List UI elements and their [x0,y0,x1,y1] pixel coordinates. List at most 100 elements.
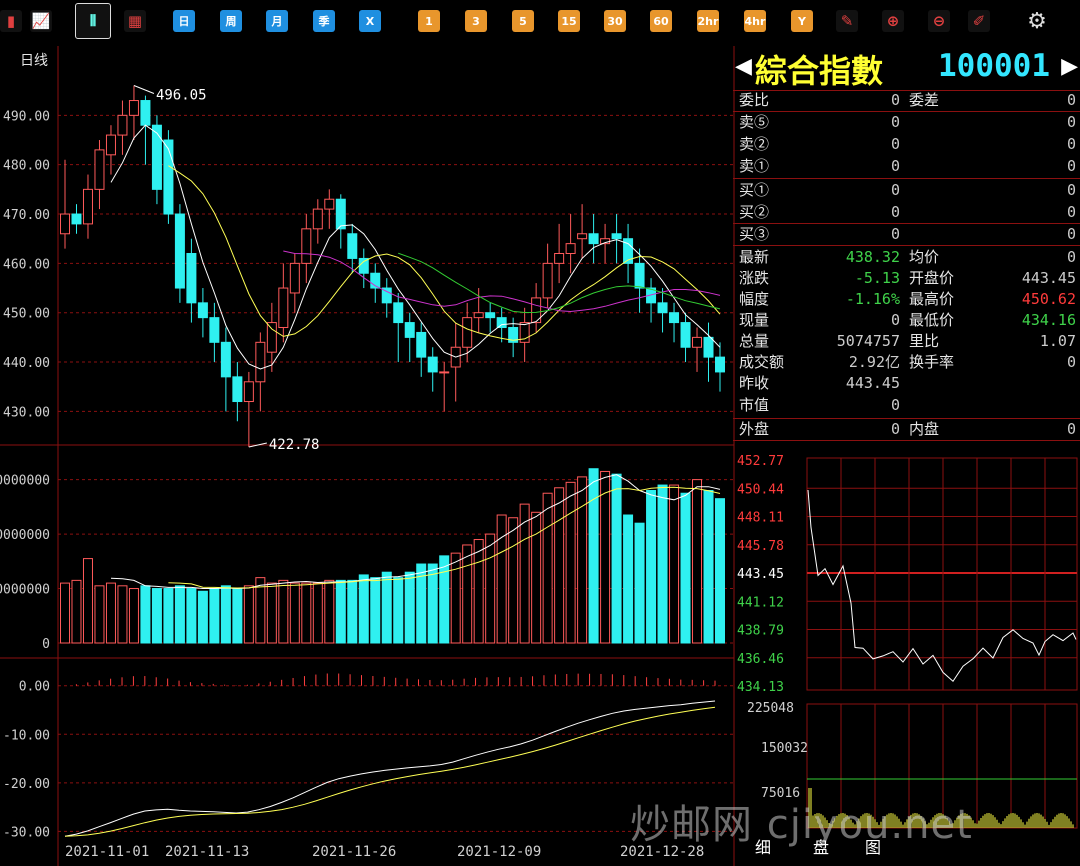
quote-value: 5074757 [836,332,900,350]
volume-bar [588,468,599,644]
quote-separator [733,178,1080,179]
candle-body [60,213,70,235]
period-button-日[interactable]: 日 [173,10,195,32]
macd-tick-label: 0.00 [19,680,50,695]
volume-bar [105,582,116,644]
volume-tick-label: 0 [42,637,50,652]
quote-row: 外盘 0 内盘 0 [733,419,1080,440]
volume-bar [140,585,151,644]
toolbar: ▮ 📈 ⫴ ▦ 日 周 月 季 X 1 3 5 15 30 60 2hr 4hr Y ✎ ⊕ ⊖ ✐ ⚙ [0,0,1080,46]
volume-bar [462,544,473,644]
calendar-icon[interactable]: ▦ [124,10,146,32]
candle-body [577,233,588,240]
candle-body [278,287,289,329]
intraday-tick-label: 438.79 [737,624,784,639]
quote-label: 最高价 [909,290,955,308]
quote-value: 443.45 [845,374,900,392]
volume-bar [266,582,277,644]
period-button-周[interactable]: 周 [220,10,242,32]
quote-value: 434.16 [1021,311,1076,329]
volume-bar [565,481,576,644]
quote-label: 均价 [909,248,940,266]
quote-value: 0 [1066,91,1076,109]
candle-body [715,356,725,373]
candle-body [703,336,714,358]
quote-label: 买② [739,203,770,221]
bottom-tab[interactable]: 细 [755,834,771,858]
quote-label: 卖② [739,135,770,153]
volume-bar [324,579,335,644]
period-button-3[interactable]: 3 [465,10,487,32]
period-button-30[interactable]: 30 [604,10,626,32]
volume-bar [301,582,312,644]
candle-body [358,257,369,274]
period-button-60[interactable]: 60 [650,10,672,32]
candle-body [174,213,185,289]
volume-bar [347,579,358,644]
quote-row: 卖⑤ 0 0 [733,112,1080,133]
period-button-月[interactable]: 月 [266,10,288,32]
period-button-15[interactable]: 15 [558,10,580,32]
intraday-tick-label: 436.46 [737,652,784,667]
line-chart-icon[interactable]: 📈 [30,10,52,32]
intraday-tick-label: 450.44 [737,482,784,497]
intraday-tick-label: 445.78 [737,539,784,554]
volume-tick-label: 0000000 [0,474,50,489]
intraday-tick-label: 443.45 [737,567,784,582]
volume-bar [611,473,622,644]
quote-value: 0 [890,396,900,414]
candle-body [140,100,151,126]
candle-body [117,114,128,136]
candle-body [289,262,300,294]
bottom-tab[interactable]: 盘 [813,834,829,858]
quote-value: 0 [890,420,900,438]
price-tick-label: 430.00 [3,405,50,420]
price-tick-label: 440.00 [3,356,50,371]
volume-bar [634,522,645,644]
quote-value: 2.92亿 [848,353,900,371]
period-button-X[interactable]: X [359,10,381,32]
quote-value: 0 [1066,353,1076,371]
quote-value: 0 [1066,225,1076,243]
gear-icon[interactable]: ⚙ [1026,9,1048,34]
period-button-季[interactable]: 季 [313,10,335,32]
quote-label: 涨跌 [739,269,770,287]
quote-panel: 委比 0 委差 0 卖⑤ 0 0 卖② 0 0 卖① 0 0 买① 0 0 买② 0 0 买③ 0 0 最新 438.32 均价… [733,46,1080,446]
bottom-tab[interactable]: 图 [865,834,881,858]
period-button-5[interactable]: 5 [512,10,534,32]
quote-row: 涨跌 -5.13 开盘价 443.45 [733,268,1080,289]
macd-tick-label: -30.00 [3,825,50,840]
candle-body [347,233,358,259]
quote-value: 0 [890,311,900,329]
edit-icon[interactable]: ✎ [836,10,858,32]
quote-row: 现量 0 最低价 434.16 [733,310,1080,331]
candle-body [485,312,496,319]
quote-value: 0 [1066,113,1076,131]
intraday-tick-label: 452.77 [737,454,784,469]
volume-bar [439,555,450,644]
quote-label: 内盘 [909,420,940,438]
quote-label: 委比 [739,91,770,109]
period-button-2hr[interactable]: 2hr [697,10,719,32]
zoom-in-icon[interactable]: ⊕ [882,10,904,32]
quote-value: 0 [890,225,900,243]
candle-body [692,336,703,348]
volume-bar [370,577,381,644]
quote-value: 0 [1066,157,1076,175]
quote-row: 买① 0 0 [733,180,1080,201]
price-tick-label: 470.00 [3,208,50,223]
period-button-4hr[interactable]: 4hr [744,10,766,32]
candlestick-icon[interactable]: ⫴ [75,3,111,39]
candle-body [611,233,622,240]
draw-icon[interactable]: ✐ [968,10,990,32]
quote-value: 0 [1066,135,1076,153]
zoom-out-icon[interactable]: ⊖ [928,10,950,32]
candle-body [301,228,312,264]
quote-label: 卖⑤ [739,113,770,131]
candle-body [669,312,680,324]
candle-body [496,317,507,329]
period-button-Y[interactable]: Y [791,10,813,32]
menu-icon[interactable]: ▮ [0,10,22,32]
period-button-1[interactable]: 1 [418,10,440,32]
quote-label: 买① [739,181,770,199]
